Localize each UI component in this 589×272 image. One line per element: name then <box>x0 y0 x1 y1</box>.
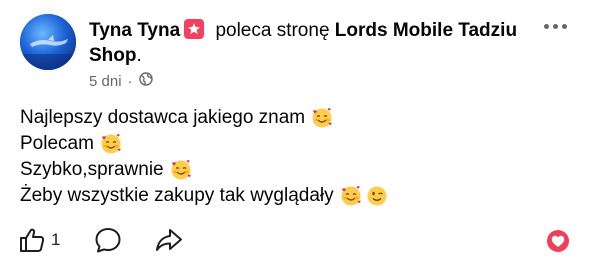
action-bar: 1 <box>18 226 184 254</box>
smiling-face-with-hearts-emoji <box>312 108 332 128</box>
share-button[interactable] <box>154 226 184 254</box>
post-line: Szybko,sprawnie <box>20 157 388 183</box>
timestamp[interactable]: 5 dni <box>89 73 122 90</box>
post-line: Najlepszy dostawca jakiego znam <box>20 105 388 131</box>
comment-icon <box>95 228 121 253</box>
post-line: Polecam <box>20 131 388 157</box>
share-icon <box>156 229 183 251</box>
like-button[interactable]: 1 <box>18 226 60 254</box>
smiling-face-with-hearts-emoji <box>101 134 121 154</box>
avatar[interactable] <box>20 14 76 70</box>
page-suffix: . <box>136 45 142 66</box>
post-header: Tyna Tyna poleca stronę Lords Mobile Tad… <box>89 18 519 68</box>
smiling-face-with-hearts-emoji <box>171 160 191 180</box>
winking-face-emoji <box>367 186 387 206</box>
post-meta: 5 dni · <box>89 72 153 90</box>
dot <box>544 24 549 29</box>
post-line-text: Najlepszy dostawca jakiego znam <box>20 107 306 128</box>
more-options-button[interactable] <box>544 24 567 29</box>
post-line-text: Żeby wszystkie zakupy tak wyglądały <box>20 185 334 206</box>
dot <box>553 24 558 29</box>
smiling-face-with-hearts-emoji <box>341 186 361 206</box>
separator: · <box>127 72 133 90</box>
author-name[interactable]: Tyna Tyna <box>89 20 180 41</box>
post-line-text: Szybko,sprawnie <box>20 159 164 180</box>
love-reaction-icon[interactable] <box>547 230 569 252</box>
recommend-badge-icon <box>184 19 205 39</box>
post-line-text: Polecam <box>20 133 94 154</box>
thumbs-up-icon <box>20 228 45 252</box>
post-line: Żeby wszystkie zakupy tak wyglądały <box>20 183 388 209</box>
post-body: Najlepszy dostawca jakiego znam Polecam <box>20 105 388 209</box>
globe-icon <box>138 72 153 90</box>
dot <box>562 24 567 29</box>
like-count: 1 <box>51 230 61 249</box>
action-text: poleca stronę <box>215 20 330 41</box>
comment-button[interactable] <box>94 226 122 254</box>
